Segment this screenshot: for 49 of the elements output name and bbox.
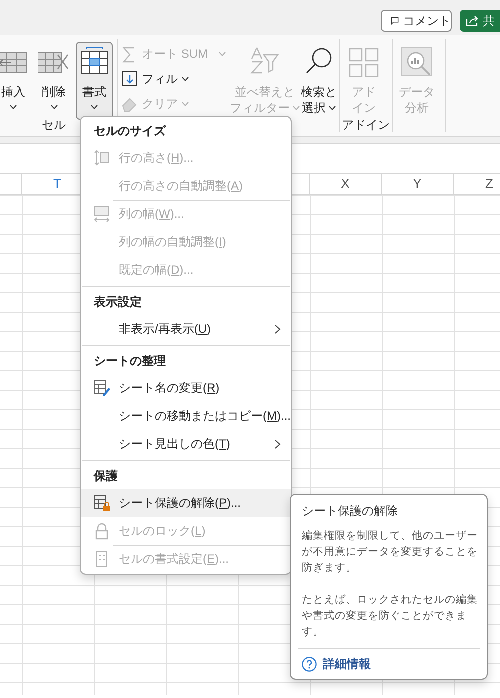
help-icon	[302, 656, 317, 672]
tooltip-text: 編集権限を制限して、他のユーザーが不用意にデータを変更することを防ぎます。	[302, 529, 479, 576]
chevron-down-icon	[293, 106, 300, 110]
chevron-right-icon	[275, 325, 281, 334]
lock-icon	[94, 522, 111, 540]
menu-heading: シートの整理	[94, 353, 166, 370]
column-width-icon	[94, 206, 111, 222]
chevron-down-icon	[219, 52, 226, 56]
format-cells-icon	[78, 47, 111, 77]
ribbon-button[interactable]: 削除	[36, 42, 72, 120]
chevron-down-icon	[10, 105, 17, 110]
tooltip-title: シート保護の解除	[302, 503, 399, 520]
share-button[interactable]: 共	[460, 10, 500, 32]
menu-item[interactable]: シートの移動またはコピー(M)...	[81, 402, 291, 430]
ribbon-button[interactable]: フィル	[122, 68, 230, 90]
menu-heading: 表示設定	[94, 294, 142, 311]
ribbon-button[interactable]: 検索と 選択	[300, 42, 338, 120]
column-header[interactable]: T	[54, 174, 62, 194]
menu-item[interactable]: シート見出しの色(T)	[81, 430, 291, 458]
chevron-down-icon	[91, 105, 98, 110]
sheet-lock-icon	[94, 494, 111, 512]
data-analysis-icon	[401, 47, 433, 77]
column-header[interactable]: Y	[413, 174, 422, 194]
menu-heading: セルのサイズ	[94, 123, 166, 140]
row-height-icon	[94, 150, 111, 166]
rename-sheet-icon	[94, 380, 111, 396]
eraser-icon	[122, 96, 138, 112]
column-header[interactable]: X	[341, 174, 350, 194]
chevron-down-icon	[182, 76, 189, 82]
tooltip-text: たとえば、ロックされたセルの編集や書式の変更を防ぐことができます。	[302, 593, 479, 640]
add-ins-icon	[348, 47, 380, 77]
group-label: アドイン	[342, 117, 390, 134]
chevron-down-icon	[329, 106, 336, 110]
ribbon-button[interactable]: 挿入	[0, 42, 32, 120]
chevron-down-icon	[182, 102, 189, 106]
chevron-right-icon	[275, 440, 281, 449]
menu-item[interactable]: シート名の変更(R)	[81, 374, 291, 402]
chevron-down-icon	[50, 105, 58, 110]
fill-down-icon	[122, 70, 138, 88]
comment-button[interactable]: コメント	[381, 10, 452, 32]
group-label: セル	[42, 117, 66, 134]
menu-item[interactable]: 非表示/再表示(U)	[81, 315, 291, 343]
menu-item[interactable]: シート保護の解除(P)...	[81, 489, 291, 517]
learn-more-link[interactable]: 詳細情報	[302, 655, 371, 673]
comment-icon	[391, 15, 399, 27]
ribbon-button[interactable]: 書式	[76, 42, 114, 120]
column-header[interactable]: Z	[486, 174, 494, 194]
share-icon	[466, 15, 479, 27]
menu-heading: 保護	[94, 468, 118, 485]
